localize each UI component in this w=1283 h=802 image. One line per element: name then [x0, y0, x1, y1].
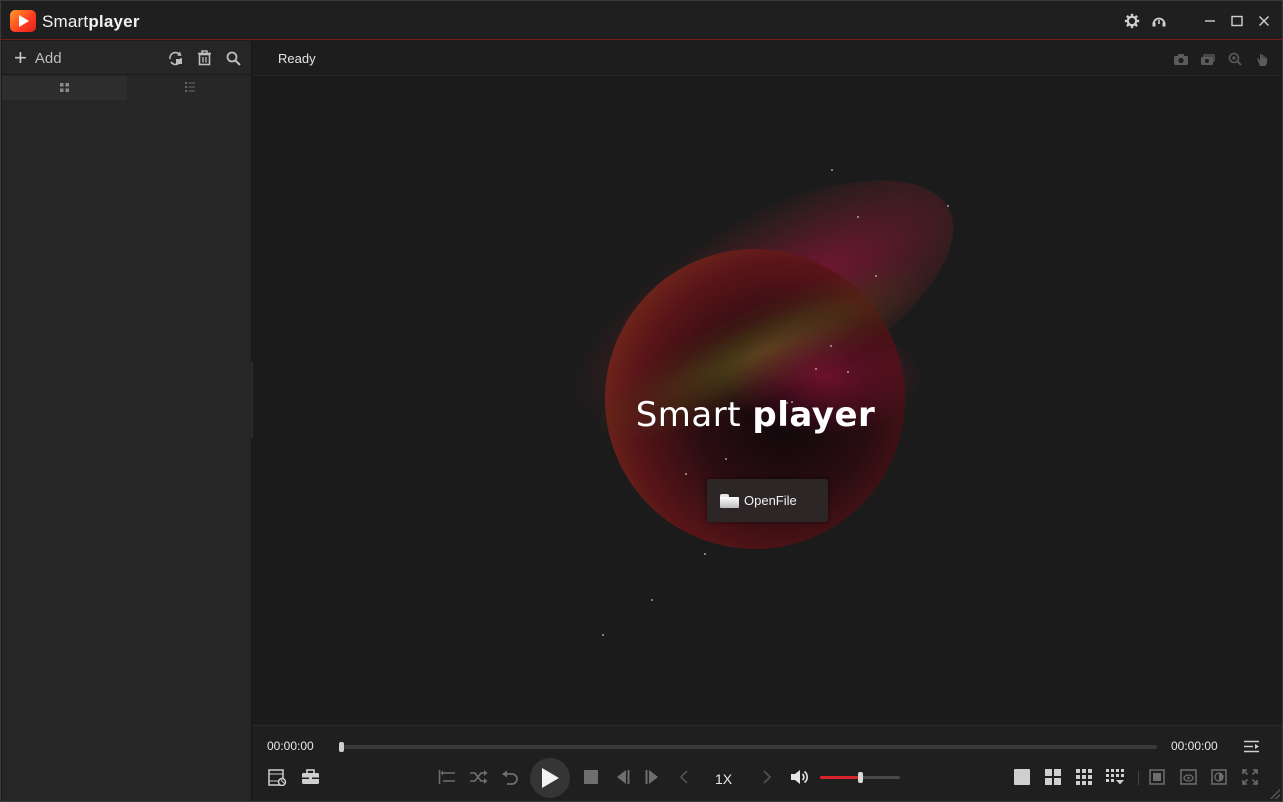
next-frame-icon[interactable] — [642, 766, 664, 788]
star — [815, 368, 817, 370]
star — [947, 205, 949, 207]
folder-icon — [720, 493, 739, 508]
picture-in-picture-icon[interactable] — [1177, 766, 1199, 788]
layout-single-icon[interactable] — [1011, 766, 1033, 788]
shuffle-icon[interactable] — [467, 766, 489, 788]
toolbar-separator — [1138, 771, 1139, 785]
zoom-icon[interactable] — [1226, 50, 1244, 68]
title-bar[interactable]: Smartplayer — [1, 1, 1282, 40]
star — [857, 216, 859, 218]
screenshots-icon[interactable] — [1199, 50, 1217, 68]
camera-icon[interactable] — [1172, 50, 1190, 68]
star — [831, 169, 833, 171]
view-tabs — [2, 76, 252, 100]
playlist-toggle-icon[interactable] — [1240, 735, 1262, 757]
star — [830, 345, 832, 347]
video-stage[interactable]: Smart player OpenFile — [253, 77, 1282, 725]
playlist-sidebar: + Add — [2, 41, 252, 801]
volume-slider[interactable] — [820, 772, 900, 783]
grid-view-icon — [60, 79, 69, 97]
resize-grip[interactable] — [1270, 789, 1280, 799]
search-icon[interactable] — [224, 49, 242, 67]
layout-more-icon[interactable] — [1104, 766, 1126, 788]
star — [704, 553, 706, 555]
app-window: Smartplayer + Add Ready Smart player Ope… — [0, 0, 1283, 802]
refresh-icon[interactable] — [166, 49, 184, 67]
add-button-label: Add — [34, 49, 62, 67]
hand-icon[interactable] — [1253, 50, 1271, 68]
layout-3x3-icon[interactable] — [1073, 766, 1095, 788]
star — [602, 634, 604, 636]
star — [847, 371, 849, 373]
contrast-icon[interactable] — [1208, 766, 1230, 788]
speed-down-icon[interactable] — [673, 766, 695, 788]
previous-frame-icon[interactable] — [611, 766, 633, 788]
speed-label[interactable]: 1X — [715, 771, 732, 787]
app-title: Smartplayer — [42, 12, 140, 32]
plus-icon: + — [14, 45, 27, 70]
open-file-button[interactable]: OpenFile — [707, 479, 828, 522]
headset-icon[interactable] — [1149, 11, 1169, 31]
star — [725, 458, 727, 460]
add-button[interactable]: + Add — [14, 45, 62, 70]
splash-brand: Smart player — [253, 395, 1258, 435]
minimize-icon[interactable] — [1200, 11, 1220, 31]
layout-2x2-icon[interactable] — [1042, 766, 1064, 788]
rewind-back-icon[interactable] — [498, 766, 520, 788]
list-view-icon — [184, 79, 195, 97]
playlist-toolbar: + Add — [2, 41, 252, 75]
status-text: Ready — [278, 51, 316, 66]
splash-brand-light: Smart — [635, 395, 742, 435]
fullscreen-icon[interactable] — [1239, 766, 1261, 788]
app-title-bold: player — [88, 12, 140, 31]
app-title-light: Smart — [42, 12, 89, 31]
volume-icon[interactable] — [788, 766, 810, 788]
trash-icon[interactable] — [195, 49, 213, 67]
main-area: Ready Smart player OpenFile 00:00:00 00:… — [253, 41, 1282, 801]
maximize-icon[interactable] — [1227, 11, 1247, 31]
star — [875, 275, 877, 277]
volume-slider-knob[interactable] — [858, 772, 863, 783]
star — [685, 473, 687, 475]
play-icon — [542, 768, 559, 788]
tab-list-view[interactable] — [127, 76, 252, 100]
gear-icon[interactable] — [1122, 11, 1142, 31]
video-edit-icon[interactable] — [266, 766, 288, 788]
app-logo-icon — [10, 10, 36, 32]
ab-loop-icon[interactable] — [436, 766, 458, 788]
open-file-label: OpenFile — [744, 493, 797, 508]
splash-brand-bold: player — [752, 395, 876, 435]
stop-icon[interactable] — [580, 766, 602, 788]
play-button[interactable] — [530, 758, 570, 798]
seek-bar-knob[interactable] — [339, 742, 344, 752]
speed-up-icon[interactable] — [756, 766, 778, 788]
seek-bar[interactable] — [339, 742, 1157, 752]
player-controls: 00:00:00 00:00:00 1X — [253, 725, 1282, 801]
close-icon[interactable] — [1254, 11, 1274, 31]
total-time: 00:00:00 — [1171, 739, 1218, 753]
volume-slider-fill — [820, 776, 860, 779]
status-bar: Ready — [253, 41, 1282, 76]
tab-grid-view[interactable] — [2, 76, 127, 100]
window-mode-icon[interactable] — [1146, 766, 1168, 788]
toolbox-icon[interactable] — [299, 766, 321, 788]
star — [651, 599, 653, 601]
current-time: 00:00:00 — [267, 739, 314, 753]
